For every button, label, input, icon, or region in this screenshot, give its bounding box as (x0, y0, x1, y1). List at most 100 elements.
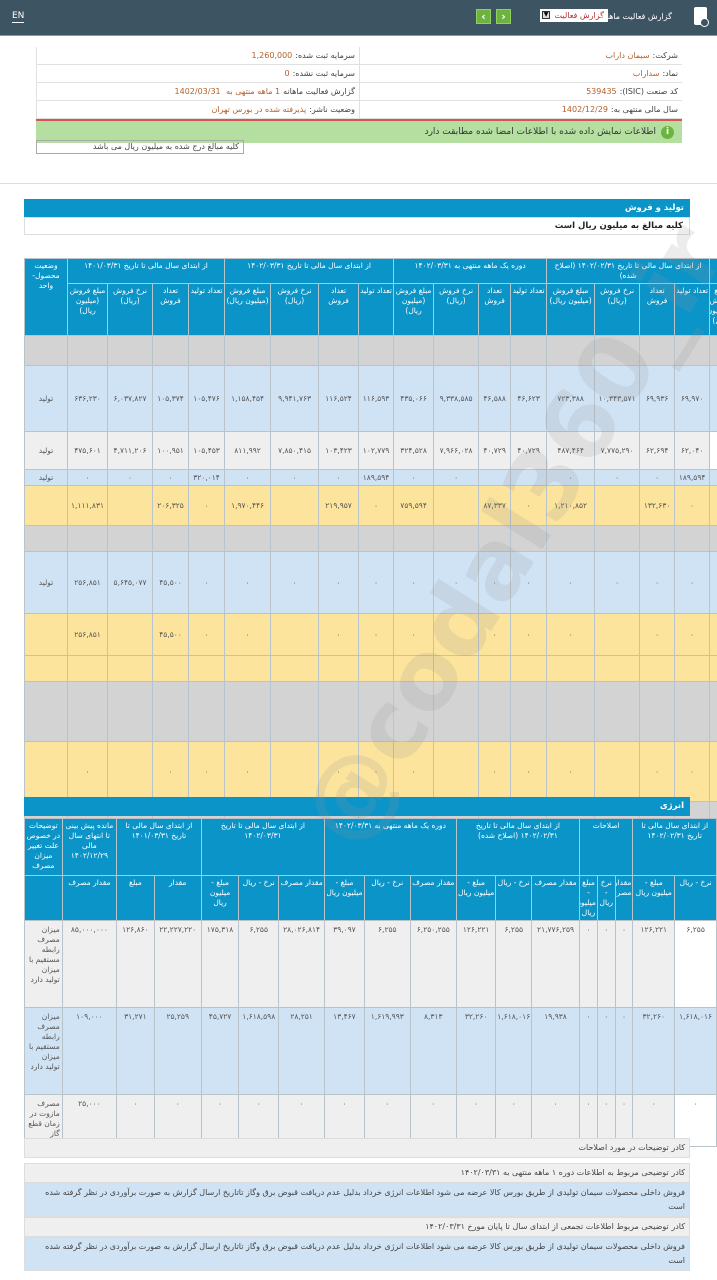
table-cell: ۴۵,۷۲۷ (200, 1007, 240, 1095)
language-toggle[interactable]: EN (12, 11, 25, 23)
table-cell: ۰ (639, 469, 676, 486)
prod-subheader: مبلغ فروش (میلیون ریال) (709, 283, 717, 336)
table-cell: ۲۸,۰۲۶,۸۱۴ (278, 920, 326, 1008)
table-cell: ۲۵۶,۸۵۱ (66, 613, 109, 656)
table-cell (546, 525, 596, 552)
table-cell: ۰ (546, 551, 596, 614)
table-row: ۰۰۰۰۰۰۰۰۰۰۰۴۵,۵۰۰۲۵۶,۸۵۱ (24, 613, 717, 656)
prod-subheader: مبلغ فروش (میلیون ریال) (224, 283, 272, 336)
fiscal-year-field: سال مالی منتهی به:1402/12/29 (359, 101, 682, 118)
company-field: شرکت:سیمان داراب (359, 47, 682, 64)
table-cell: ۱۲۶,۸۶۰ (116, 920, 155, 1008)
energy-subheader: نرخ - ریال (238, 875, 280, 921)
table-cell: ۰ (66, 469, 109, 486)
unregistered-capital-field: سرمایه ثبت نشده:0 (36, 65, 359, 82)
table-cell: ۰ (358, 551, 395, 614)
table-cell: ۱۸۹,۵۹۴ (358, 469, 395, 486)
table-cell (433, 525, 480, 552)
table-cell: ۳۲,۲۶۰ (632, 1007, 676, 1095)
table-cell: ۰ (188, 551, 226, 614)
energy-group-header-6: مانده پیش بینی تا انتهای سال مالی ۱۴۰۲/۱… (61, 818, 118, 876)
table-cell: ۱۷۵,۳۱۸ (200, 920, 240, 1008)
table-cell: ۰ (709, 431, 717, 470)
table-cell: ۲۵,۲۵۹ (153, 1007, 202, 1095)
table-cell: ۰ (709, 741, 717, 802)
table-cell (270, 681, 320, 742)
table-cell (639, 681, 676, 742)
production-section-title: تولید و فروش (24, 199, 690, 218)
table-cell: ۱,۲۱۰,۸۵۲ (546, 485, 596, 526)
note-text: فروش داخلی محصولات سیمان تولیدی از طریق … (24, 1237, 690, 1271)
table-cell (270, 485, 320, 526)
energy-group-header-1: اصلاحات (579, 818, 634, 876)
notes-section: کادر توضیحات در مورد اصلاحات کادر توضیحی … (24, 1138, 690, 1271)
table-cell: ۳۹,۰۹۷ (324, 920, 365, 1008)
info-icon: i (661, 125, 674, 139)
table-row (24, 681, 717, 742)
report-type-select[interactable]: ▼ گزارش فعالیت (540, 9, 608, 22)
prod-subheader: مبلغ فروش (میلیون ریال) (393, 283, 435, 336)
table-cell (358, 335, 395, 366)
table-cell (478, 469, 512, 486)
table-cell (639, 525, 676, 552)
table-cell: ۰ (188, 613, 226, 656)
table-cell: ۴۷۵,۶۰۱ (66, 431, 109, 470)
table-cell: ۰ (546, 469, 596, 486)
table-cell (393, 655, 435, 682)
table-row (24, 655, 717, 682)
next-button[interactable]: › (496, 9, 511, 24)
table-cell: ۰ (639, 741, 676, 802)
table-cell (510, 655, 548, 682)
prev-button[interactable]: ‹ (476, 9, 491, 24)
table-cell: ۱۲۶,۲۲۱ (632, 920, 676, 1008)
table-cell (188, 335, 226, 366)
table-cell (546, 681, 596, 742)
table-cell (318, 655, 360, 682)
table-cell: ۰ (510, 485, 548, 526)
product-status-cell: تولید (24, 551, 68, 614)
energy-subheader: نرخ - ریال (495, 875, 533, 921)
table-cell (478, 681, 512, 742)
table-cell: ۱۰,۳۴۳,۵۷۱ (594, 365, 641, 432)
table-cell: ۱۰۹,۰۰۰ (61, 1007, 118, 1095)
company-info: شرکت:سیمان داراب سرمایه ثبت شده:1,260,00… (36, 47, 682, 143)
table-row: ۰۰۱۳۲,۶۳۰۱,۲۱۰,۸۵۲۰۸۷,۳۳۷۷۵۹,۵۹۴۰۲۱۹,۹۵۷… (24, 485, 717, 526)
energy-group-header-3: دوره یک ماهه منتهی به ۱۴۰۲/۰۳/۳۱ (324, 818, 457, 876)
table-cell: ۶۲,۰۴۰ (674, 431, 711, 470)
table-cell: ۱,۶۱۸,۰۱۶ (674, 1007, 717, 1095)
prod-group-header-2: دوره یک ماهه منتهی به ۱۴۰۲/۰۳/۳۱ (393, 258, 548, 284)
table-cell: ۰ (152, 469, 190, 486)
energy-subheader: مبلغ - میلیون ریال (455, 875, 497, 921)
table-cell (152, 525, 190, 552)
table-cell (639, 655, 676, 682)
product-status-cell (24, 485, 68, 526)
table-cell (107, 525, 154, 552)
chevron-down-icon: ▼ (542, 11, 550, 19)
table-cell: ۱۰۰,۹۵۱ (152, 431, 190, 470)
table-cell (270, 741, 320, 802)
table-cell: ۰ (709, 485, 717, 526)
energy-section-title: انرژی (24, 797, 690, 816)
table-cell: ۰ (393, 469, 435, 486)
table-cell (674, 655, 711, 682)
table-cell: ۲۲,۲۲۷,۲۲۰ (153, 920, 202, 1008)
table-cell: ۳۲۴,۵۲۸ (393, 431, 435, 470)
table-cell: ۰ (596, 920, 616, 1008)
product-status-cell (24, 525, 68, 552)
energy-subheader: مقدار مصرف (278, 875, 326, 921)
table-cell: ۰ (639, 613, 676, 656)
table-cell: ۶۹,۹۷۰ (674, 365, 711, 432)
note-text: فروش داخلی محصولات سیمان تولیدی از طریق … (24, 1183, 690, 1217)
prod-subheader: مبلغ فروش (میلیون ریال) (66, 283, 109, 336)
table-cell: ۰ (478, 741, 512, 802)
table-cell: ۶۲,۶۹۴ (639, 431, 676, 470)
table-cell (433, 681, 480, 742)
top-bar: EN ‹ › ▼ گزارش فعالیت گزارش فعالیت ماهان… (0, 0, 717, 36)
table-cell: ۲۵۶,۸۵۱ (66, 551, 109, 614)
product-status-cell: تولید (24, 431, 68, 470)
table-cell (674, 525, 711, 552)
table-cell (594, 613, 641, 656)
table-cell: ۴۶,۶۲۳ (510, 365, 548, 432)
isic-field: کد صنعت (ISIC):539435 (359, 83, 682, 100)
energy-subheader: مقدار مصرف (409, 875, 457, 921)
